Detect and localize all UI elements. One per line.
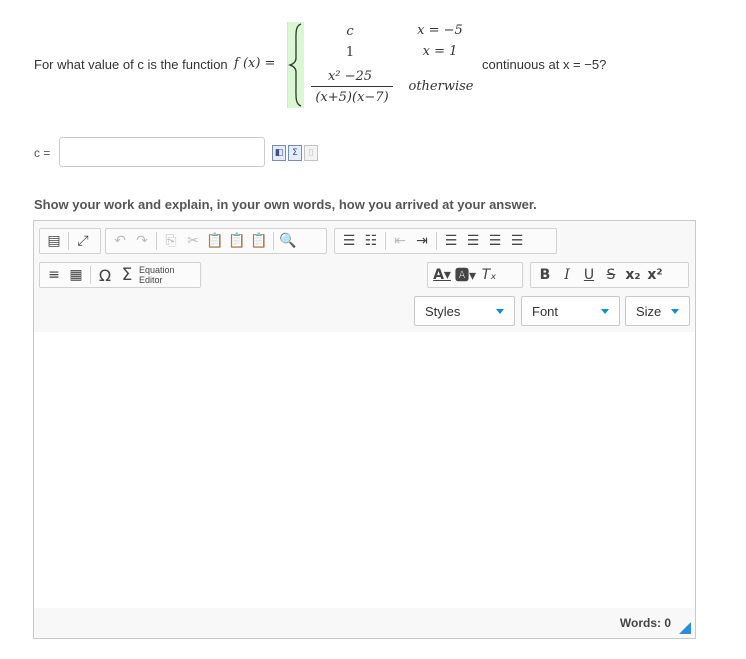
strike-button[interactable]: S xyxy=(602,265,620,285)
question-prefix-text: For what value of c is the function xyxy=(34,57,228,72)
table-icon[interactable]: ▦ xyxy=(67,265,85,285)
bold-button[interactable]: B xyxy=(536,265,554,285)
align-left-icon[interactable]: ☰ xyxy=(442,231,460,251)
toolbar-separator xyxy=(90,266,91,284)
outdent-icon[interactable]: ⇤ xyxy=(391,231,409,251)
case-2-expr: 1 xyxy=(345,45,355,60)
italic-button[interactable]: I xyxy=(558,265,576,285)
font-dropdown[interactable]: Font xyxy=(521,296,620,326)
answer-tools: ◧ Σ ▯ xyxy=(272,145,318,161)
cut-icon[interactable]: ✂ xyxy=(184,231,202,251)
find-icon[interactable]: 🔍 xyxy=(279,231,297,251)
function-notation: f (x) = xyxy=(234,56,276,71)
case-3-cond: otherwise xyxy=(408,79,474,94)
align-right-icon[interactable]: ☰ xyxy=(486,231,504,251)
paste-icon[interactable]: 📋 xyxy=(206,231,224,251)
piecewise-function: c x = −5 1 x = 1 x² −25 (x+5)(x−7) other… xyxy=(287,22,487,110)
numbered-list-icon[interactable]: ☰ xyxy=(340,231,358,251)
special-char-icon[interactable]: Ω xyxy=(96,265,114,285)
align-center-icon[interactable]: ☰ xyxy=(464,231,482,251)
subscript-icon[interactable]: x₂ xyxy=(624,265,642,285)
equation-editor-button[interactable]: Equation Editor xyxy=(139,265,175,285)
bulleted-list-icon[interactable]: ☷ xyxy=(362,231,380,251)
chevron-down-icon xyxy=(601,308,609,314)
chevron-down-icon xyxy=(671,308,679,314)
equation-icon[interactable]: Σ xyxy=(288,145,302,161)
superscript-icon[interactable]: x² xyxy=(646,265,664,285)
size-dropdown[interactable]: Size xyxy=(625,296,690,326)
styles-label: Styles xyxy=(425,303,461,319)
toolbar-group-paragraph: ☰ ☷ ⇤ ⇥ ☰ ☰ ☰ ☰ xyxy=(334,228,557,254)
source-icon[interactable]: ▤ xyxy=(45,231,63,251)
copy-icon[interactable]: ▯ xyxy=(304,145,318,161)
case-1-cond: x = −5 xyxy=(417,23,463,38)
rich-text-editor: ▤ ⤢ ↶ ↷ ⎘ ✂ 📋 📋 📋 🔍 ☰ ☷ ⇤ ⇥ ☰ ☰ ☰ ☰ ≡ ▦ … xyxy=(33,220,696,639)
work-prompt: Show your work and explain, in your own … xyxy=(34,197,537,212)
resize-handle[interactable] xyxy=(679,622,691,634)
font-label: Font xyxy=(532,303,559,319)
align-justify-icon[interactable]: ☰ xyxy=(508,231,526,251)
toolbar-separator xyxy=(273,232,274,250)
toolbar-group-colors: A▾ 🅰▾ Tₓ xyxy=(427,262,523,288)
editor-toolbar: ▤ ⤢ ↶ ↷ ⎘ ✂ 📋 📋 📋 🔍 ☰ ☷ ⇤ ⇥ ☰ ☰ ☰ ☰ ≡ ▦ … xyxy=(34,221,695,333)
answer-label: c = xyxy=(34,146,51,160)
toolbar-separator xyxy=(385,232,386,250)
case-3-denominator: (x+5)(x−7) xyxy=(315,90,389,105)
styles-dropdown[interactable]: Styles xyxy=(414,296,515,326)
case-3-numerator: x² −25 xyxy=(327,69,373,84)
toolbar-separator xyxy=(156,232,157,250)
toolbar-separator xyxy=(436,232,437,250)
piecewise-brace xyxy=(287,22,304,108)
case-1-expr: c xyxy=(346,24,354,39)
chevron-down-icon xyxy=(496,308,504,314)
indent-icon[interactable]: ⇥ xyxy=(413,231,431,251)
question-suffix: continuous at x = −5? xyxy=(482,57,607,72)
background-color-icon[interactable]: 🅰▾ xyxy=(455,265,476,285)
undo-icon[interactable]: ↶ xyxy=(111,231,129,251)
toolbar-group-insert: ≡ ▦ Ω Σ Equation Editor xyxy=(39,262,201,288)
underline-button[interactable]: U xyxy=(580,265,598,285)
maximize-icon[interactable]: ⤢ xyxy=(74,231,92,251)
text-color-icon[interactable]: A▾ xyxy=(433,265,451,285)
paste-text-icon[interactable]: 📋 xyxy=(228,231,246,251)
horizontal-rule-icon[interactable]: ≡ xyxy=(45,265,63,285)
sigma-icon[interactable]: Σ xyxy=(118,265,136,285)
editor-footer: Words: 0 xyxy=(34,608,695,638)
equation-editor-label-2: Editor xyxy=(139,275,163,285)
editor-content[interactable] xyxy=(34,332,695,609)
toolbar-group-basicstyles: B I U S x₂ x² xyxy=(530,262,689,288)
question-prefix: For what value of c is the function xyxy=(34,57,228,72)
toolbar-group-view: ▤ ⤢ xyxy=(39,228,101,254)
remove-format-icon[interactable]: Tₓ xyxy=(480,265,498,285)
toolbar-group-edit: ↶ ↷ ⎘ ✂ 📋 📋 📋 🔍 xyxy=(105,228,327,254)
toolbar-separator xyxy=(68,232,69,250)
paste-word-icon[interactable]: 📋 xyxy=(250,231,268,251)
fraction-bar xyxy=(311,86,393,87)
size-label: Size xyxy=(636,303,662,319)
copy-format-icon[interactable]: ⎘ xyxy=(162,231,180,251)
preview-icon[interactable]: ◧ xyxy=(272,145,286,161)
equation-editor-label-1: Equation xyxy=(139,265,175,275)
redo-icon[interactable]: ↷ xyxy=(133,231,151,251)
word-count: Words: 0 xyxy=(619,616,671,630)
brace-icon xyxy=(288,23,302,107)
answer-input[interactable] xyxy=(59,137,265,167)
case-2-cond: x = 1 xyxy=(422,44,458,59)
